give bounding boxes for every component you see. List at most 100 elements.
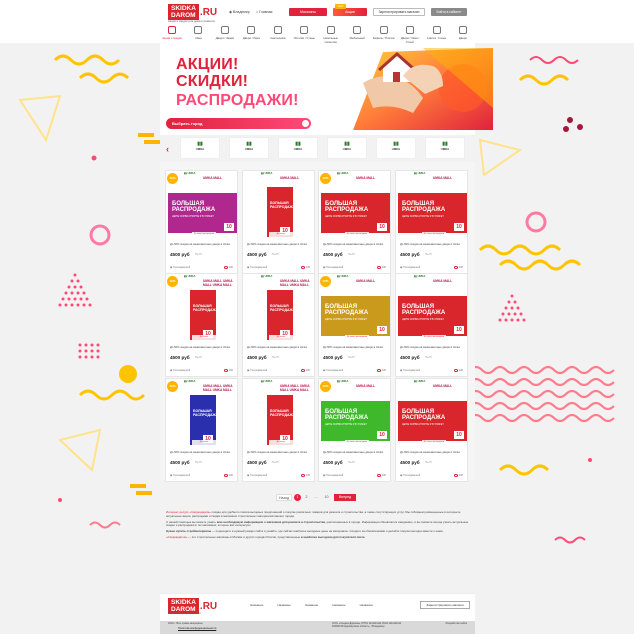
brand-logo[interactable]: ▮▮ UMKA (425, 137, 465, 159)
nav-item-6[interactable]: Напольные покрытия (319, 25, 343, 44)
pagination-page-last[interactable]: 10 (322, 494, 331, 501)
promo-days: Пн-Пт (425, 253, 433, 256)
promo-banner: БОЛЬШАЯ РАСПРОДАЖА ЦЕНЫ СОРВИ-УПОРТЫ КТО … (398, 393, 467, 447)
brand-logo[interactable]: ▮▮ UMKA (229, 137, 269, 159)
new-badge: NEW (335, 4, 346, 9)
yellow-bars-bottom (130, 484, 146, 488)
promo-card[interactable]: 10% ▮▮ UMKA UMKA MALL БОЛЬШАЯ РАСПРОДАЖА ЦЕН… (318, 378, 391, 482)
promo-card[interactable]: ▮▮ UMKA UMKA MALL БОЛЬШАЯ РАСПРОДАЖА ЦЕНЫ С… (395, 378, 468, 482)
promo-description: До 50% скидка на межкомнатные двери в Um… (170, 346, 230, 349)
promo-card[interactable]: 10% ▮▮ UMKA UMKA MALL БОЛЬШАЯ РАСПРОДАЖА ЦЕН… (318, 170, 391, 274)
views-count: 100 (223, 474, 233, 477)
promo-days: Пн-Пт (425, 461, 433, 464)
nav-item-8[interactable]: Кафель / Плитка (372, 25, 396, 43)
nav-item-7[interactable]: Мебельный (345, 25, 369, 43)
eye-icon (376, 369, 381, 372)
promo-price: 4500 руб (170, 355, 190, 360)
pink-ring-right (525, 211, 547, 233)
about-paragraph-1: Интернет-ресурс «Скидкадаром» создан для… (166, 510, 461, 518)
nav-item-9[interactable]: Двери / Окна / Строй. (398, 25, 422, 44)
promo-card[interactable]: ▮▮ UMKA UMKA MALL БОЛЬШАЯ РАСПРОДАЖА ЦЕНЫ С… (395, 170, 468, 274)
nav-item-10[interactable]: Сантех. Стены (425, 25, 449, 43)
promo-card[interactable]: 10% ▮▮ UMKA UMKA MALL UMKA MALL UMKA MALL Б… (165, 273, 238, 377)
promo-card[interactable]: 10% ▮▮ UMKA UMKA MALL БОЛЬШАЯ РАСПРОДАЖА ЦЕН… (165, 170, 238, 274)
pagination-page-1[interactable]: 1 (294, 494, 301, 501)
footer-link[interactable]: Название (332, 603, 345, 607)
footer-link[interactable]: Название (277, 603, 290, 607)
promo-description: До 50% скидка на межкомнатные двери в Um… (170, 451, 230, 454)
yellow-triangle-right (478, 138, 523, 177)
brand-logo[interactable]: ▮▮ UMKA (376, 137, 416, 159)
eye-icon (453, 266, 458, 269)
shop-name: UMKA MALL (356, 176, 376, 180)
shops-button[interactable]: Магазины (289, 8, 327, 16)
brand-label: UMKA (391, 147, 401, 151)
register-shop-button[interactable]: Зарегистрировать магазин (373, 8, 425, 16)
nav-label: Мебельный (349, 36, 365, 40)
promo-description: До 50% скидка на межкомнатные двери в Um… (323, 451, 383, 454)
city-selector[interactable]: ◉ Владимир (229, 10, 250, 14)
promo-days: Пн-Пт (195, 356, 203, 359)
nav-item-0[interactable]: Акции и скидки (160, 25, 184, 44)
promo-banner-number: 10 (224, 223, 234, 231)
shop-line: ▣ Технодверной (247, 266, 268, 269)
promo-card[interactable]: 10% ▮▮ UMKA UMKA MALL БОЛЬШАЯ РАСПРОДАЖА ЦЕН… (318, 273, 391, 377)
promo-banner-note: До конца распродажи (422, 232, 446, 237)
shop-name: UMKA MALL (203, 176, 223, 180)
promo-card[interactable]: ▮▮ UMKA UMKA MALL UMKA MALL UMKA MALL БОЛЬ… (242, 273, 315, 377)
nav-item-4[interactable]: Сантехника (266, 25, 290, 43)
promo-banner-panel: БОЛЬШАЯ РАСПРОДАЖА 10 (267, 290, 295, 340)
category-icon (220, 26, 229, 34)
promo-banner-subtitle: ЦЕНЫ СОРВИ-УПОРТЫ КТО НИЖЕ? (325, 215, 367, 218)
footer-bottom-bar: 2016 г. Все права защищены Политика конф… (160, 621, 475, 634)
promo-description: До 50% скидка на межкомнатные двери в Um… (400, 451, 460, 454)
shop-line: ▣ Технодверной (170, 474, 191, 477)
privacy-link[interactable]: Политика конфиденциальности (178, 627, 216, 630)
pagination-next[interactable]: Вперед (334, 494, 356, 501)
category-icon (353, 26, 362, 34)
brand-logo[interactable]: ▮▮ UMKA (278, 137, 318, 159)
shop-name: UMKA MALL (433, 384, 453, 388)
home-link[interactable]: ⌂ Главная (256, 10, 272, 14)
logo[interactable]: SKIDKA DAROM .RU (168, 4, 217, 20)
footer-links: Название Название Название Название Название (250, 603, 373, 607)
nav-item-3[interactable]: Двери / Окна (239, 25, 263, 43)
pagination-page-2[interactable]: 2 (303, 494, 310, 501)
brand-logo[interactable]: ▮▮ UMKA (180, 137, 220, 159)
promo-banner: БОЛЬШАЯ РАСПРОДАЖА 10 До конца (168, 288, 237, 342)
promo-card[interactable]: 10% ▮▮ UMKA UMKA MALL UMKA MALL UMKA MALL Б… (165, 378, 238, 482)
footer-register-button[interactable]: Зарегистрировать магазин (420, 601, 470, 609)
hero-line-1: АКЦИИ! (176, 56, 239, 73)
nav-item-11[interactable]: Двери (451, 25, 475, 43)
promo-card[interactable]: ▮▮ UMKA UMKA MALL БОЛЬШАЯ РАСПРОДАЖА ЦЕНЫ С… (395, 273, 468, 377)
footer-link[interactable]: Название (250, 603, 263, 607)
promo-banner-title: БОЛЬШАЯ РАСПРОДАЖА (325, 201, 369, 213)
carousel-prev-arrow-icon[interactable]: ‹ (166, 144, 169, 154)
city-label: Владимир (233, 10, 250, 14)
yellow-wave-bottom-right (498, 464, 550, 476)
promo-card[interactable]: ▮▮ UMKA UMKA MALL БОЛЬШАЯ РАСПРОДАЖА 10 До к… (242, 170, 315, 274)
promo-banner-panel: БОЛЬШАЯ РАСПРОДАЖА ЦЕНЫ СОРВИ-УПОРТЫ КТО … (398, 296, 467, 336)
promo-price: 4500 руб (400, 252, 420, 257)
promo-banner-title: БОЛЬШАЯ РАСПРОДАЖА (402, 304, 446, 316)
promo-card[interactable]: ▮▮ UMKA UMKA MALL UMKA MALL UMKA MALL БОЛЬ… (242, 378, 315, 482)
footer-link[interactable]: Название (360, 603, 373, 607)
nav-item-1[interactable]: Окна (186, 25, 210, 43)
category-nav: Акции и скидки Окна Двери / Замки Двери / О… (160, 25, 475, 44)
promo-price: 4500 руб (247, 252, 267, 257)
nav-item-2[interactable]: Двери / Замки (213, 25, 237, 43)
nav-item-5[interactable]: Потолки / Стены (292, 25, 316, 43)
category-icon (300, 26, 309, 34)
login-button[interactable]: Войти в кабинет (431, 8, 467, 16)
yellow-triangle-left (18, 94, 62, 143)
pagination-dots: ... (314, 495, 318, 499)
pink-dot-left (91, 155, 97, 161)
pagination-prev[interactable]: Назад (276, 494, 292, 501)
discount-badge: 10% (320, 381, 331, 392)
promo-button[interactable]: Акции (333, 8, 367, 16)
city-select-dropdown[interactable]: Выбрать город (166, 118, 311, 129)
brand-label: UMKA (440, 147, 450, 151)
brand-logo[interactable]: ▮▮ UMKA (327, 137, 367, 159)
footer-link[interactable]: Название (305, 603, 318, 607)
developer-link[interactable]: Разработка сайта (446, 622, 467, 625)
